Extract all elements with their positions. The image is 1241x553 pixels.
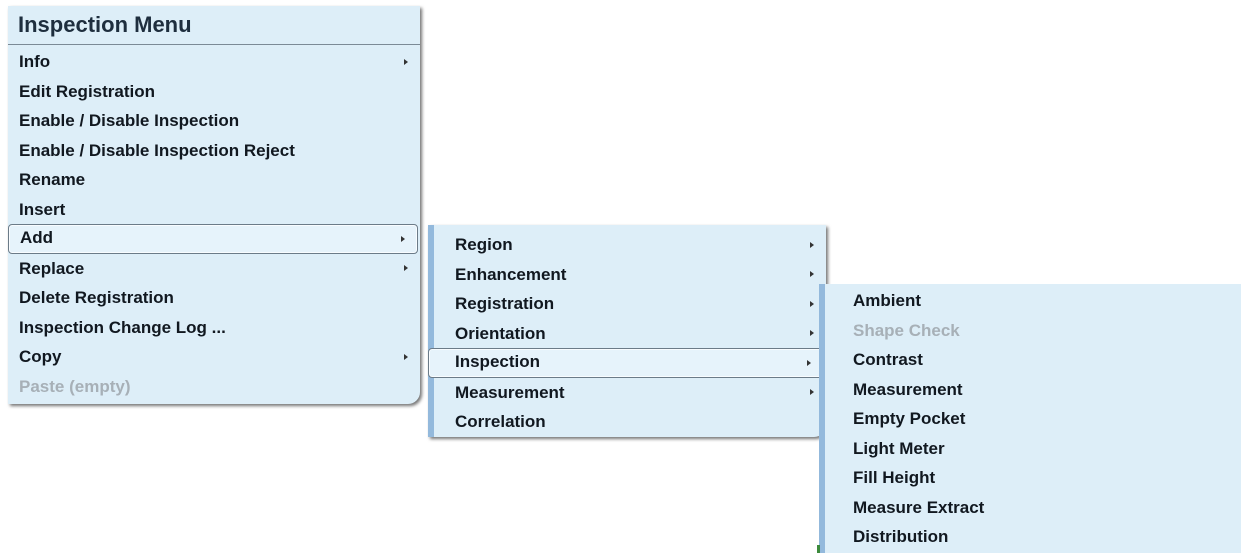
submenu-item-inspection[interactable]: Inspection (428, 348, 824, 378)
menu-item-label: Enable / Disable Inspection Reject (19, 140, 295, 160)
menu-item-enable-disable-inspection-reject[interactable]: Enable / Disable Inspection Reject (8, 136, 420, 166)
menu-item-label: Insert (19, 199, 66, 219)
menu-item-label: Inspection Change Log ... (19, 317, 226, 337)
submenu-item-orientation[interactable]: Orientation (434, 319, 826, 349)
menu-item-label: Measurement (853, 379, 963, 399)
menu-item-label: Registration (455, 294, 555, 313)
add-submenu: Region Enhancement Registration Orientat… (428, 225, 826, 437)
submenu-arrow-icon (810, 330, 814, 337)
submenu-arrow-icon (404, 265, 408, 272)
menu-item-label: Measure Extract (853, 497, 985, 517)
menu-item-label: Region (455, 235, 513, 254)
menu-item-label: Empty Pocket (853, 409, 966, 428)
menu-title: Inspection Menu (8, 6, 420, 45)
menu-item-label: Measurement (455, 382, 565, 402)
menu-item-info[interactable]: Info (8, 47, 420, 77)
add-submenu-items: Region Enhancement Registration Orientat… (428, 225, 826, 437)
submenu-item-measurement[interactable]: Measurement (434, 378, 826, 408)
submenu-item-measure-extract[interactable]: Measure Extract (825, 493, 1241, 523)
menu-item-label: Ambient (853, 291, 921, 310)
menu-item-label: Orientation (455, 323, 546, 343)
menu-item-copy[interactable]: Copy (8, 342, 420, 372)
menu-item-label: Delete Registration (19, 288, 174, 307)
menu-item-label: Inspection (455, 352, 541, 371)
submenu-arrow-icon (807, 359, 811, 366)
inspection-submenu: Ambient Shape Check Contrast Measurement… (819, 284, 1241, 553)
submenu-item-empty-pocket[interactable]: Empty Pocket (825, 404, 1241, 434)
submenu-arrow-icon (404, 353, 408, 360)
submenu-item-correlation[interactable]: Correlation (434, 407, 826, 437)
submenu-arrow-icon (810, 300, 814, 307)
submenu-item-measurement[interactable]: Measurement (825, 375, 1241, 405)
menu-item-label: Edit Registration (19, 81, 156, 101)
submenu-item-light-meter[interactable]: Light Meter (825, 434, 1241, 464)
menu-item-edit-registration[interactable]: Edit Registration (8, 77, 420, 107)
menu-item-label: Shape Check (853, 320, 960, 340)
menu-item-label: Info (19, 52, 51, 71)
menu-item-enable-disable-inspection[interactable]: Enable / Disable Inspection (8, 106, 420, 136)
screen: Inspection Menu Info Edit Registration E… (0, 0, 1241, 553)
menu-item-replace[interactable]: Replace (8, 254, 420, 284)
submenu-item-enhancement[interactable]: Enhancement (434, 260, 826, 290)
menu-item-inspection-change-log[interactable]: Inspection Change Log ... (8, 313, 420, 343)
submenu-arrow-icon (404, 58, 408, 65)
menu-item-label: Light Meter (853, 438, 945, 458)
menu-item-insert[interactable]: Insert (8, 195, 420, 225)
menu-item-label: Enable / Disable Inspection (19, 111, 240, 130)
menu-item-label: Rename (19, 170, 86, 189)
submenu-item-registration[interactable]: Registration (434, 289, 826, 319)
submenu-arrow-icon (810, 389, 814, 396)
menu-item-label: Fill Height (853, 468, 936, 487)
submenu-item-shape-check: Shape Check (825, 316, 1241, 346)
menu-item-label: Add (20, 228, 54, 247)
submenu-arrow-icon (810, 271, 814, 278)
menu-item-label: Correlation (455, 412, 546, 431)
submenu-item-distribution[interactable]: Distribution (825, 522, 1241, 552)
menu-item-label: Copy (19, 347, 62, 366)
menu-item-delete-registration[interactable]: Delete Registration (8, 283, 420, 313)
menu-item-label: Distribution (853, 527, 949, 546)
inspection-menu: Inspection Menu Info Edit Registration E… (8, 6, 420, 404)
submenu-item-fill-height[interactable]: Fill Height (825, 463, 1241, 493)
submenu-arrow-icon (810, 241, 814, 248)
menu-item-label: Replace (19, 258, 85, 278)
inspection-menu-items: Info Edit Registration Enable / Disable … (8, 45, 420, 401)
menu-item-label: Contrast (853, 350, 923, 369)
submenu-item-ambient[interactable]: Ambient (825, 286, 1241, 316)
menu-item-label: Paste (empty) (19, 376, 131, 396)
submenu-item-region[interactable]: Region (434, 230, 826, 260)
menu-item-add[interactable]: Add (8, 224, 418, 254)
menu-item-label: Enhancement (455, 264, 567, 284)
submenu-arrow-icon (401, 235, 405, 242)
menu-item-paste: Paste (empty) (8, 372, 420, 402)
submenu-item-contrast[interactable]: Contrast (825, 345, 1241, 375)
background-edge-marker (817, 545, 820, 553)
menu-item-rename[interactable]: Rename (8, 165, 420, 195)
inspection-submenu-items: Ambient Shape Check Contrast Measurement… (825, 284, 1241, 552)
